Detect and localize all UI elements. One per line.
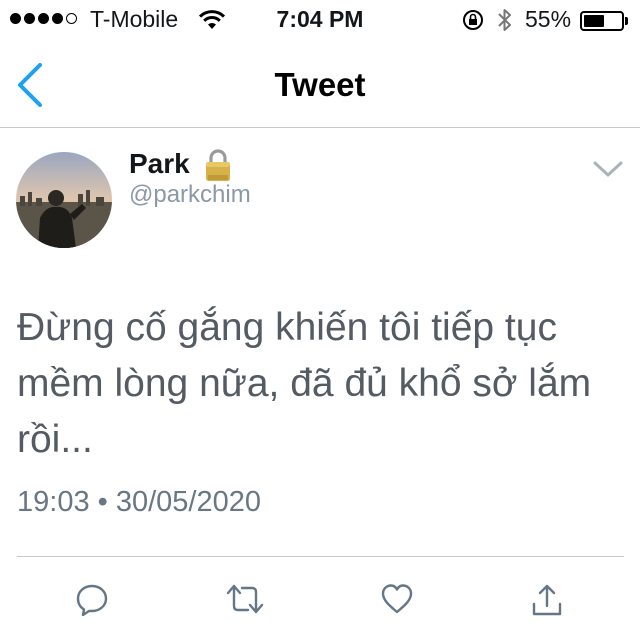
- orientation-lock-icon: [463, 10, 483, 30]
- chevron-down-icon[interactable]: [592, 159, 624, 179]
- nav-divider: [0, 127, 640, 128]
- share-icon[interactable]: [530, 582, 564, 618]
- author-name[interactable]: Park: [129, 148, 190, 180]
- actions-divider: [17, 556, 624, 557]
- reply-icon[interactable]: [75, 582, 109, 616]
- bluetooth-icon: [498, 9, 511, 31]
- protected-lock-icon: [206, 149, 230, 181]
- tweet-text: Đừng cố gắng khiến tôi tiếp tục mềm lòng…: [17, 306, 592, 461]
- battery-icon: [580, 11, 624, 31]
- author-handle[interactable]: @parkchim: [129, 181, 251, 209]
- battery-percent: 55%: [525, 6, 572, 32]
- avatar[interactable]: [16, 152, 112, 248]
- like-icon[interactable]: [380, 582, 414, 616]
- page-title: Tweet: [274, 66, 366, 103]
- battery-tip: [625, 17, 628, 25]
- retweet-icon[interactable]: [225, 582, 265, 616]
- tweet-timestamp: 19:03 • 30/05/2020: [17, 486, 261, 518]
- status-bar: T-Mobile 7:04 PM 55%: [0, 0, 640, 40]
